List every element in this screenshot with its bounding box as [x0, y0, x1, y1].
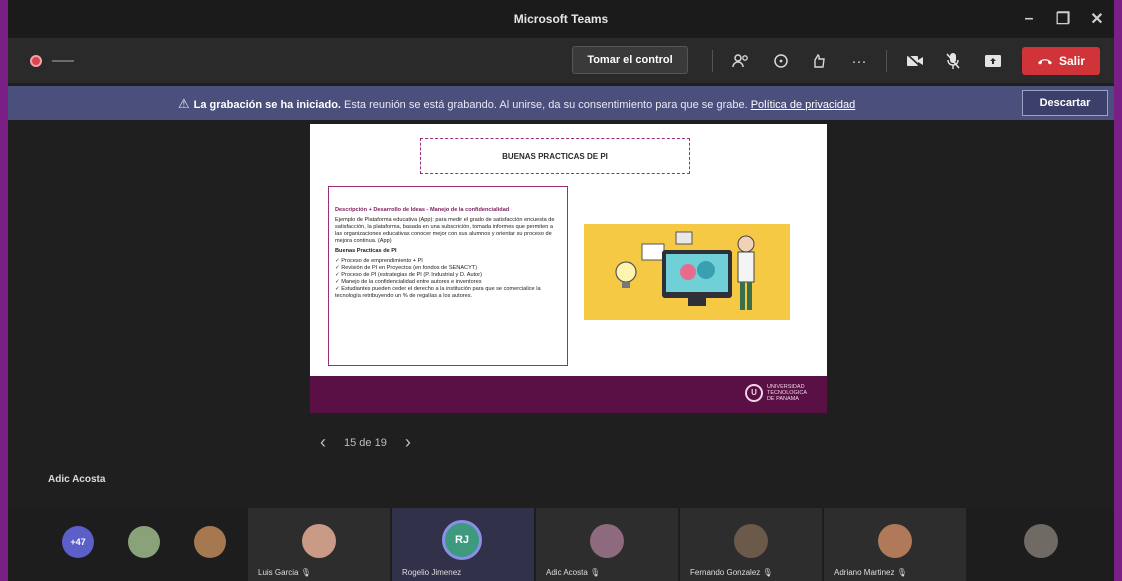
mic-muted-icon: 🎙 — [762, 568, 773, 577]
slide-title: BUENAS PRACTICAS DE PI — [420, 138, 690, 174]
avatar — [1024, 524, 1058, 558]
chat-icon[interactable] — [770, 50, 792, 72]
banner-text: Esta reunión se está grabando. Al unirse… — [340, 99, 751, 111]
avatar — [302, 524, 336, 558]
title-bar: Microsoft Teams – ❐ ✕ — [8, 0, 1114, 38]
leave-label: Salir — [1058, 54, 1085, 68]
window-title: Microsoft Teams — [513, 12, 609, 26]
more-participants-badge[interactable]: +47 — [62, 526, 94, 558]
teams-window: Microsoft Teams – ❐ ✕ Tomar el control ·… — [8, 0, 1114, 581]
avatar — [734, 524, 768, 558]
slide-illustration — [584, 224, 790, 320]
warning-icon: ⚠ — [178, 96, 190, 111]
privacy-policy-link[interactable]: Política de privacidad — [751, 99, 856, 111]
participant-tile[interactable] — [968, 508, 1114, 581]
recording-timer — [52, 60, 74, 62]
maximize-icon[interactable]: ❐ — [1046, 9, 1080, 29]
shared-slide: BUENAS PRACTICAS DE PI Descripción + Des… — [310, 124, 827, 413]
best-practices-heading: Buenas Practicas de PI — [335, 248, 397, 254]
participant-tile[interactable]: Adic Acosta 🎙 — [536, 508, 678, 581]
slide-description-heading: Descripción + Desarrollo de Ideas - Mane… — [335, 207, 510, 213]
meeting-toolbar: Tomar el control ··· Salir — [8, 38, 1114, 83]
list-item: ✓ Manejo de la confidencialidad entre au… — [335, 279, 482, 285]
best-practices-list: ✓ Proceso de emprendimiento + PI ✓ Revis… — [335, 258, 561, 300]
university-logo: U UNIVERSIDAD TECNOLOGICA DE PANAMA — [744, 384, 807, 402]
mic-off-icon[interactable] — [942, 50, 964, 72]
banner-bold-text: La grabación se ha iniciado. — [193, 99, 341, 111]
logo-line: DE PANAMA — [766, 396, 799, 402]
list-item: ✓ Proceso de PI (estrategias de PI (P. I… — [335, 272, 482, 278]
mic-muted-icon: 🎙 — [300, 568, 311, 577]
close-icon[interactable]: ✕ — [1080, 9, 1114, 29]
list-item: ✓ Revisión de PI en Proyectos (en fondos… — [335, 265, 478, 271]
leave-button[interactable]: Salir — [1022, 47, 1100, 75]
list-item: ✓ Estudiantes pueden ceder el derecho a … — [335, 286, 541, 299]
dismiss-button[interactable]: Descartar — [1022, 90, 1108, 116]
more-options-icon[interactable]: ··· — [848, 50, 870, 72]
avatar — [878, 524, 912, 558]
participant-name: Luis Garcia 🎙 — [258, 568, 311, 577]
toolbar-divider — [712, 50, 713, 72]
participant-strip: +47 Luis Garcia 🎙 RJ Rogelio Jimenez Adi… — [8, 508, 1114, 581]
recording-banner: ⚠ La grabación se ha iniciado. Esta reuni… — [8, 86, 1114, 120]
minimize-icon[interactable]: – — [1012, 10, 1046, 28]
mic-muted-icon: 🎙 — [590, 568, 601, 577]
presenter-name: Adic Acosta — [48, 474, 106, 485]
avatar: RJ — [442, 520, 482, 560]
participant-name: Rogelio Jimenez — [402, 568, 462, 577]
participant-name: Adic Acosta 🎙 — [546, 568, 601, 577]
reactions-icon[interactable] — [808, 50, 830, 72]
slide-footer: U UNIVERSIDAD TECNOLOGICA DE PANAMA — [310, 376, 827, 413]
mic-muted-icon: 🎙 — [896, 568, 907, 577]
list-item: ✓ Proceso de emprendimiento + PI — [335, 258, 423, 264]
slide-description-box: Descripción + Desarrollo de Ideas - Mane… — [328, 186, 568, 366]
phone-hangup-icon — [1037, 59, 1052, 65]
previous-slide-icon[interactable]: ‹ — [320, 432, 326, 453]
participant-tile[interactable]: Adriano Martinez 🎙 — [824, 508, 966, 581]
participants-icon[interactable] — [730, 50, 752, 72]
avatar — [590, 524, 624, 558]
share-screen-icon[interactable] — [982, 50, 1004, 72]
avatar[interactable] — [194, 526, 226, 558]
window-controls: – ❐ ✕ — [1012, 0, 1114, 38]
slide-counter: 15 de 19 — [344, 436, 387, 449]
participant-name: Fernando Gonzalez 🎙 — [690, 568, 773, 577]
slide-description-body: Ejemplo de Plataforma educativa (App): p… — [335, 217, 555, 244]
toolbar-divider — [886, 50, 887, 72]
participant-tile[interactable]: RJ Rogelio Jimenez — [392, 508, 534, 581]
slide-pager: ‹ 15 de 19 › — [320, 432, 411, 453]
avatar[interactable] — [128, 526, 160, 558]
take-control-button[interactable]: Tomar el control — [572, 46, 688, 74]
recording-banner-message: ⚠ La grabación se ha iniciado. Esta reuni… — [178, 96, 855, 112]
next-slide-icon[interactable]: › — [405, 432, 411, 453]
university-seal-icon: U — [744, 384, 763, 402]
participant-tile[interactable]: Fernando Gonzalez 🎙 — [680, 508, 822, 581]
camera-off-icon[interactable] — [904, 50, 926, 72]
recording-icon — [30, 55, 42, 67]
participant-name: Adriano Martinez 🎙 — [834, 568, 907, 577]
participant-tile[interactable]: Luis Garcia 🎙 — [248, 508, 390, 581]
